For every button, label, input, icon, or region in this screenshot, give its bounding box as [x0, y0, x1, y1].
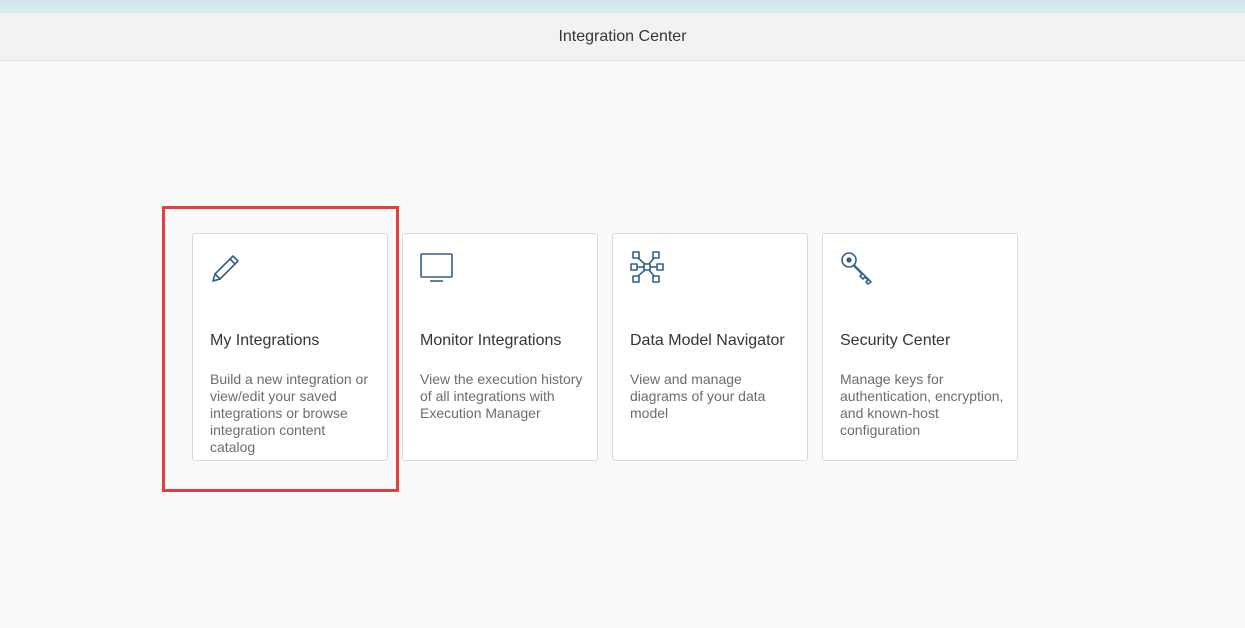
- key-icon: [839, 250, 875, 286]
- tile-description: Manage keys for authentication, encrypti…: [840, 371, 1004, 438]
- top-accent-strip: [0, 0, 1245, 13]
- network-icon: [629, 250, 665, 286]
- tile-title: My Integrations: [210, 332, 320, 349]
- tile-title: Data Model Navigator: [630, 332, 785, 349]
- tile-title: Security Center: [840, 332, 951, 349]
- tile-data-model-navigator[interactable]: Data Model Navigator View and manage dia…: [612, 233, 808, 461]
- tile-title: Monitor Integrations: [420, 332, 562, 349]
- pencil-icon: [209, 250, 245, 286]
- tile-description: View and manage diagrams of your data mo…: [630, 371, 766, 421]
- page-header: Integration Center: [0, 13, 1245, 61]
- tile-security-center[interactable]: Security Center Manage keys for authenti…: [822, 233, 1018, 461]
- page-title: Integration Center: [558, 28, 687, 45]
- monitor-icon: [419, 250, 455, 286]
- tile-description: View the execution history of all integr…: [420, 371, 583, 421]
- tile-description: Build a new integration or view/edit you…: [210, 371, 368, 455]
- tile-my-integrations[interactable]: My Integrations Build a new integration …: [192, 233, 388, 461]
- tile-monitor-integrations[interactable]: Monitor Integrations View the execution …: [402, 233, 598, 461]
